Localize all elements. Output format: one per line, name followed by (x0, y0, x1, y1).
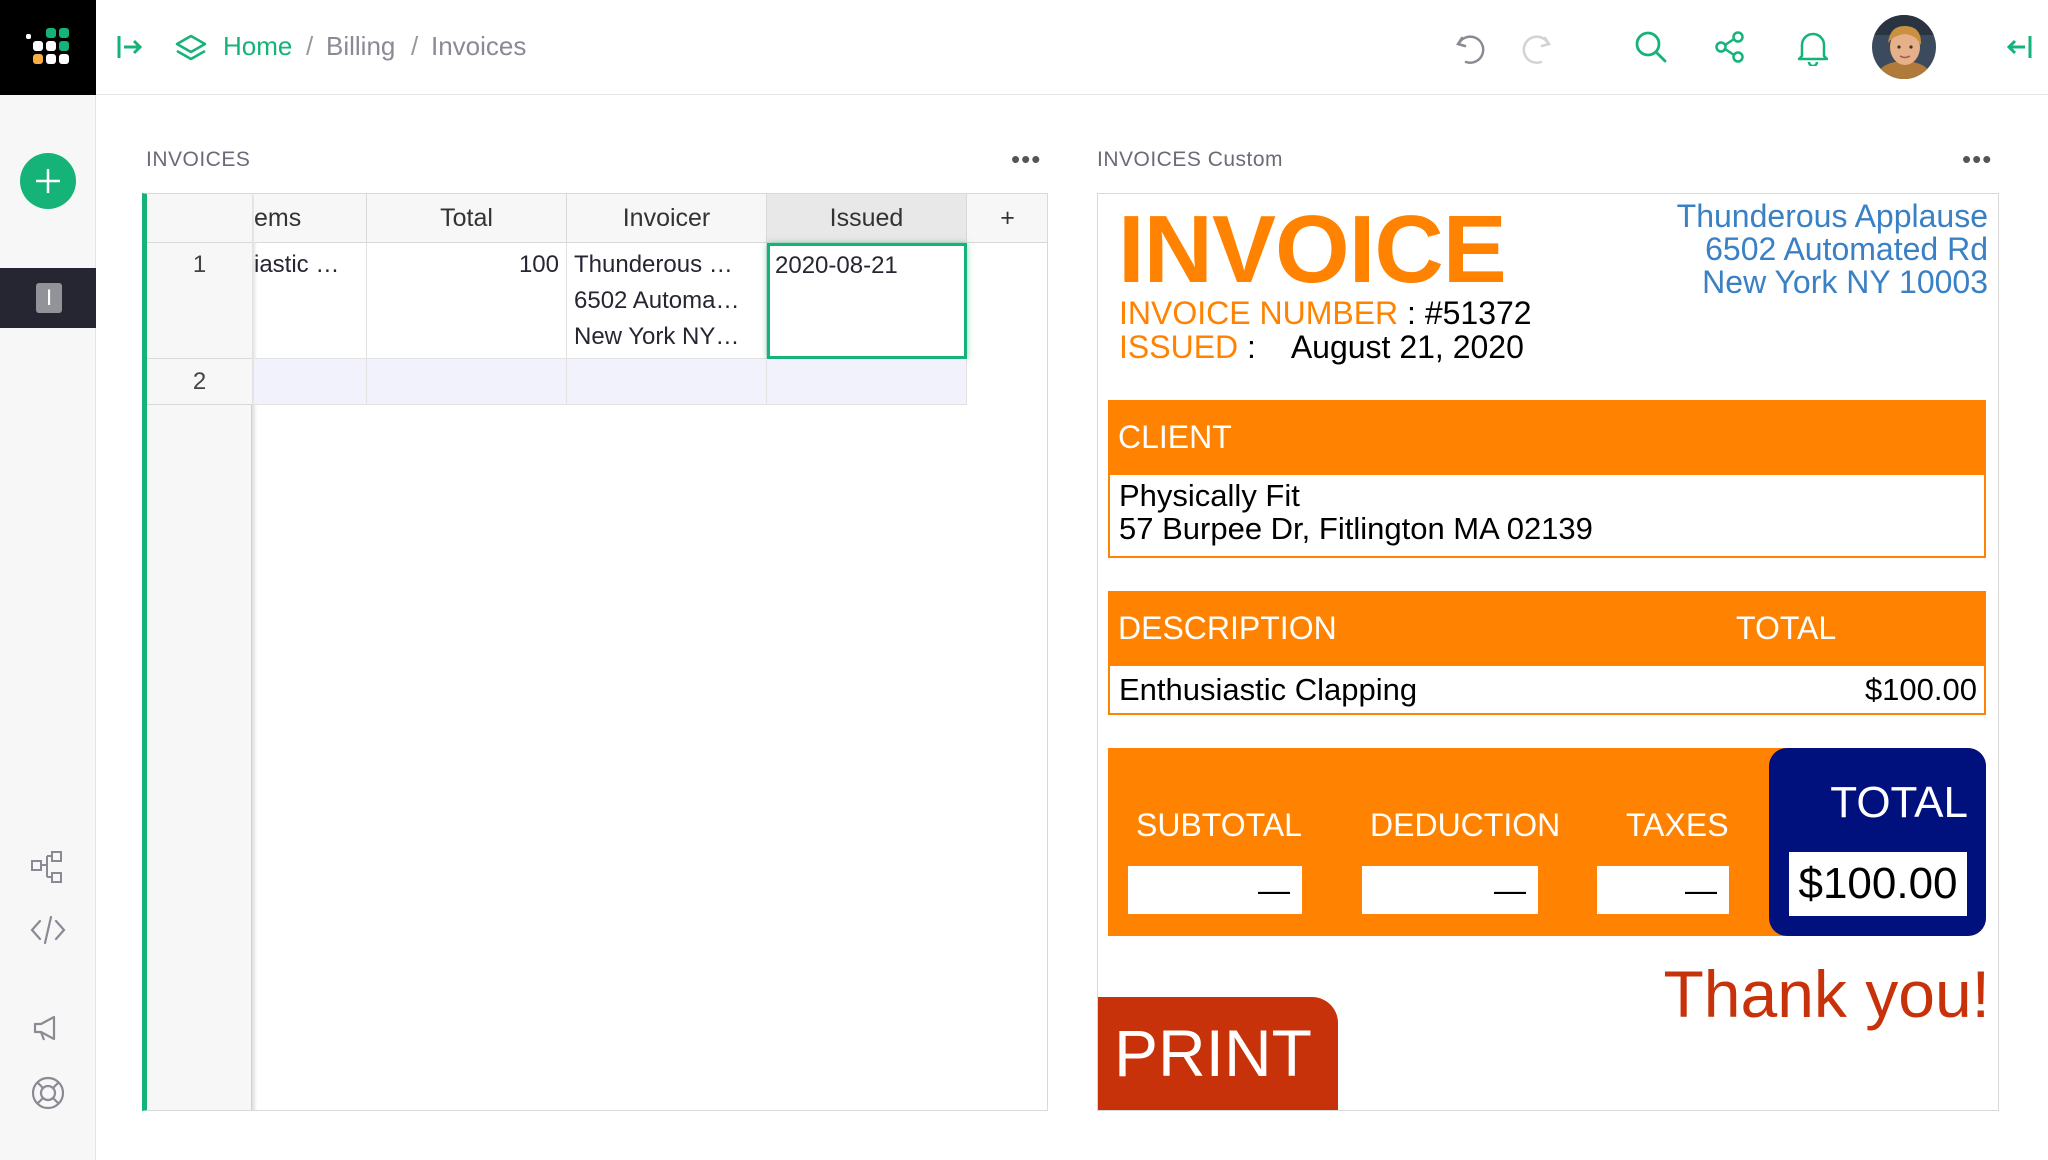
client-address: 57 Burpee Dr, Fitlington MA 02139 (1119, 511, 1593, 546)
breadcrumb-billing[interactable]: Billing (326, 29, 395, 63)
raw-data-icon[interactable] (30, 850, 66, 889)
custom-section-menu-button[interactable]: ••• (1962, 146, 1992, 172)
description-header: DESCRIPTION (1118, 610, 1337, 646)
grid-section-menu-button[interactable]: ••• (1011, 146, 1041, 172)
invoices-grid: 1 2 ems Total Invoicer Issued + iastic …… (142, 193, 1048, 1111)
issued-date: August 21, 2020 (1290, 329, 1524, 365)
item-amount: $100.00 (1864, 672, 1977, 707)
cell-invoicer-line: Thunderous … (574, 251, 733, 278)
column-header-invoicer[interactable]: Invoicer (567, 194, 767, 243)
cell-items[interactable]: iastic … (254, 243, 367, 359)
cell-total[interactable]: 100 (367, 243, 567, 359)
share-icon[interactable] (1713, 30, 1747, 69)
add-new-button[interactable] (19, 152, 77, 215)
grand-total-block: TOTAL $100.00 (1769, 748, 1986, 936)
cell-issued[interactable] (767, 359, 967, 405)
breadcrumb-separator: / (411, 31, 419, 61)
cell-total[interactable] (367, 359, 567, 405)
cell-issued-selected[interactable]: 2020-08-21 (767, 243, 967, 359)
issued-sep: : (1247, 329, 1256, 365)
breadcrumb-home[interactable]: Home (223, 29, 292, 63)
client-box: Physically Fit 57 Burpee Dr, Fitlington … (1108, 473, 1986, 558)
invoice-custom-widget: INVOICE Thunderous Applause 6502 Automat… (1097, 193, 1999, 1111)
undo-icon[interactable] (1454, 30, 1488, 71)
user-avatar[interactable] (1872, 15, 1936, 84)
code-view-icon[interactable] (30, 914, 66, 951)
deduction-value: — (1362, 866, 1538, 914)
taxes-value: — (1597, 866, 1729, 914)
help-lifebuoy-icon[interactable] (30, 1075, 66, 1116)
client-name: Physically Fit (1119, 478, 1300, 513)
left-sidebar: I (0, 95, 96, 1160)
search-icon[interactable] (1634, 30, 1668, 69)
client-header: CLIENT (1108, 400, 1986, 474)
grid-section-title: INVOICES (146, 148, 251, 171)
issued-line: ISSUED : August 21, 2020 (1119, 330, 1524, 364)
cell-invoicer[interactable]: Thunderous … 6502 Automa… New York NY… (567, 243, 767, 359)
column-header-total[interactable]: Total (367, 194, 567, 243)
collapse-panel-icon[interactable] (2005, 33, 2033, 66)
invoicer-street: 6502 Automated Rd (1705, 231, 1988, 267)
invoice-number-label: INVOICE NUMBER (1119, 295, 1399, 331)
items-row: Enthusiastic Clapping $100.00 (1108, 664, 1986, 715)
invoice-number-line: INVOICE NUMBER : #51372 (1119, 296, 1532, 330)
grid-corner (147, 194, 252, 243)
taxes-label: TAXES (1626, 807, 1729, 843)
invoice-heading: INVOICE (1118, 196, 1507, 303)
grand-total-value: $100.00 (1789, 852, 1967, 916)
custom-section-title: INVOICES Custom (1097, 148, 1284, 171)
redo-icon[interactable] (1519, 30, 1553, 71)
row-number[interactable]: 1 (147, 243, 252, 359)
cell-invoicer-line: 6502 Automa… (574, 287, 740, 314)
summary-bar: SUBTOTAL — DEDUCTION — TAXES — TOTAL $10… (1108, 748, 1986, 936)
column-header-issued[interactable]: Issued (767, 194, 967, 243)
top-bar: Home / Billing / Invoices (0, 0, 2048, 95)
notifications-bell-icon[interactable] (1796, 30, 1830, 71)
app-logo[interactable] (0, 0, 96, 95)
subtotal-label: SUBTOTAL (1136, 807, 1302, 843)
cell-invoicer-line: New York NY… (574, 323, 740, 350)
cell-items[interactable] (254, 359, 367, 405)
items-header: DESCRIPTION TOTAL (1108, 591, 1986, 665)
grand-total-label: TOTAL (1830, 778, 1968, 827)
issued-label: ISSUED (1119, 329, 1239, 365)
breadcrumb-current: Invoices (431, 31, 527, 61)
subtotal-value: — (1128, 866, 1302, 914)
page-item-invoices[interactable]: I (0, 268, 96, 328)
layers-icon (174, 32, 208, 71)
page-badge: I (36, 283, 62, 313)
column-header-items[interactable]: ems (254, 194, 367, 243)
thank-you-text: Thank you! (1663, 957, 1990, 1031)
deduction-label: DEDUCTION (1370, 807, 1561, 843)
breadcrumb-separator: / (306, 31, 314, 61)
item-description: Enthusiastic Clapping (1119, 672, 1418, 707)
cell-invoicer[interactable] (567, 359, 767, 405)
expand-panel-icon[interactable] (116, 33, 144, 66)
invoicer-city: New York NY 10003 (1702, 264, 1988, 300)
print-button[interactable]: PRINT (1098, 997, 1338, 1110)
total-header: TOTAL (1736, 610, 1837, 646)
row-number[interactable]: 2 (147, 359, 252, 405)
invoicer-address: Thunderous Applause 6502 Automated Rd Ne… (1677, 200, 1988, 299)
invoicer-name: Thunderous Applause (1676, 198, 1988, 234)
megaphone-icon[interactable] (32, 1013, 64, 1048)
add-column-button[interactable]: + (967, 194, 1047, 243)
invoice-number-value: : #51372 (1407, 295, 1532, 331)
